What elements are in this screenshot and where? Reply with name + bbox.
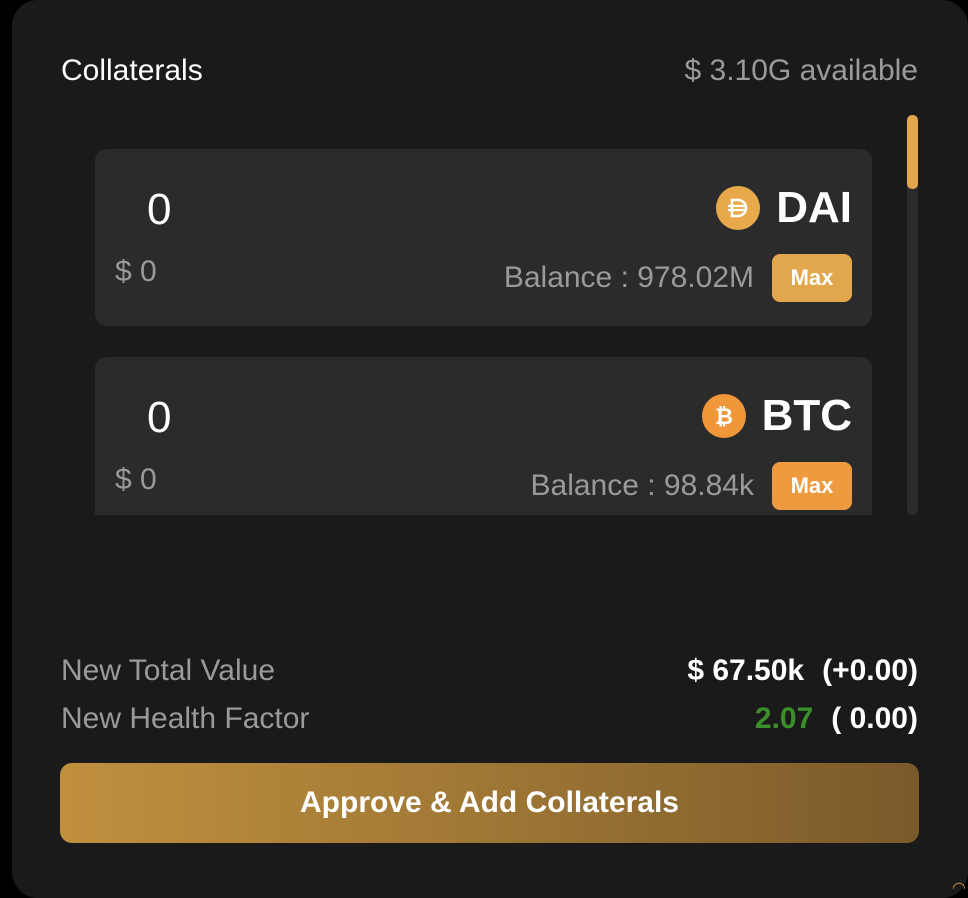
svg-text:₿: ₿ (715, 405, 733, 429)
usd-value: $ 0 (115, 255, 157, 288)
token-label: DAI (716, 183, 852, 233)
balance-text: Balance : 98.84k (530, 469, 755, 502)
balance-row: Balance : 98.84k Max (530, 462, 852, 510)
total-value-label: New Total Value (61, 654, 276, 687)
token-name: DAI (776, 183, 852, 232)
collateral-card-btc: 0 $ 0 ₿ BTC Balance : 98.84k Max (95, 357, 872, 515)
balance-row: Balance : 978.02M Max (504, 254, 852, 302)
resize-handle-icon: ◠ (952, 880, 966, 897)
scrollbar-thumb[interactable] (907, 115, 918, 189)
total-value: $ 67.50k (+0.00) (687, 654, 918, 688)
max-button[interactable]: Max (772, 254, 852, 302)
health-factor-row: New Health Factor 2.07 ( 0.00) (61, 702, 918, 742)
health-factor-label: New Health Factor (61, 702, 310, 735)
health-factor: 2.07 ( 0.00) (755, 702, 918, 736)
approve-add-collaterals-button[interactable]: Approve & Add Collaterals (60, 763, 919, 843)
btc-icon: ₿ (701, 394, 746, 438)
health-factor-value: 2.07 (754, 702, 814, 735)
amount-input[interactable]: 0 (147, 185, 171, 235)
total-value-row: New Total Value $ 67.50k (+0.00) (61, 654, 918, 694)
collateral-list[interactable]: 0 $ 0 DAI Balance : 978.02M Max 0 $ 0 ₿ (95, 115, 873, 515)
balance-text: Balance : 978.02M (503, 261, 754, 294)
collateral-card-dai: 0 $ 0 DAI Balance : 978.02M Max (95, 149, 872, 326)
max-button[interactable]: Max (772, 462, 852, 510)
available-amount: $ 3.10G available (684, 54, 919, 87)
health-factor-change: ( 0.00) (831, 702, 918, 735)
total-value-amount: $ 67.50k (687, 654, 805, 687)
dai-icon (716, 186, 761, 230)
collaterals-title: Collaterals (61, 54, 203, 87)
amount-input[interactable]: 0 (147, 393, 171, 443)
usd-value: $ 0 (115, 463, 157, 496)
token-label: ₿ BTC (701, 391, 852, 441)
total-value-change: (+0.00) (822, 654, 918, 687)
scrollbar[interactable] (907, 115, 918, 515)
token-name: BTC (761, 391, 852, 440)
